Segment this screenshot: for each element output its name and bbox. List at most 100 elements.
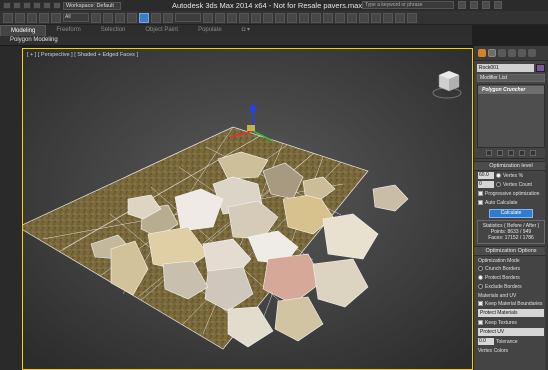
rendered-frame-icon[interactable] [395, 12, 405, 23]
hierarchy-tab-icon[interactable] [498, 49, 506, 57]
schematic-view-icon[interactable] [359, 12, 369, 23]
pivot-center-icon[interactable] [203, 12, 213, 23]
viewport-label[interactable]: [ + ] [ Perspective ] [ Shaded + Edged F… [27, 52, 138, 58]
select-manipulate-icon[interactable] [215, 12, 225, 23]
save-file-icon[interactable] [33, 2, 41, 9]
crunch-borders-row: Crunch Borders [474, 264, 548, 273]
material-editor-icon[interactable] [371, 12, 381, 23]
exclude-borders-radio[interactable] [478, 284, 483, 289]
create-tab-icon[interactable] [478, 49, 486, 57]
rollout-optimization-options[interactable]: Optimization Options [474, 246, 548, 256]
select-scale-icon[interactable] [163, 12, 173, 23]
quick-access-toolbar: Workspace: Default [0, 1, 150, 10]
spinner-snap-icon[interactable] [275, 12, 285, 23]
configure-sets-icon[interactable] [530, 150, 536, 156]
help-icon[interactable] [458, 1, 466, 9]
open-file-icon[interactable] [23, 2, 31, 9]
keep-textures-checkbox[interactable] [478, 320, 483, 325]
calculate-button[interactable]: Calculate [489, 209, 533, 218]
modifier-stack[interactable]: Polygon Cruncher [477, 84, 545, 148]
vertex-colors-label: Vertex Colors [478, 348, 509, 354]
left-dock [0, 46, 22, 370]
display-tab-icon[interactable] [518, 49, 526, 57]
progressive-label: Progressive optimization [485, 190, 540, 197]
object-name-field[interactable]: Rock001 [477, 64, 534, 72]
select-move-icon[interactable] [139, 12, 149, 23]
link-icon[interactable] [27, 12, 37, 23]
percent-snap-icon[interactable] [263, 12, 273, 23]
stats-faces: Faces: 17152 / 1786 [488, 235, 534, 241]
workspace-select[interactable]: Workspace: Default [63, 1, 121, 10]
selection-filter-select[interactable]: All [63, 13, 89, 22]
tab-object-paint[interactable]: Object Paint [135, 25, 188, 36]
snaps-toggle-icon[interactable] [239, 12, 249, 23]
tab-modeling[interactable]: Modeling [0, 24, 47, 37]
keyboard-shortcut-icon[interactable] [227, 12, 237, 23]
minimize-button[interactable] [470, 1, 478, 9]
bind-space-warp-icon[interactable] [51, 12, 61, 23]
object-color-swatch[interactable] [536, 64, 545, 72]
tolerance-spinner[interactable]: 0.0 [478, 338, 494, 345]
auto-calc-checkbox[interactable] [478, 200, 483, 205]
tab-freeform[interactable]: Freeform [46, 25, 90, 36]
protect-borders-radio[interactable] [478, 275, 483, 280]
protect-uv-dropdown[interactable]: Protect UV [478, 328, 544, 336]
vertex-pct-radio[interactable] [496, 173, 501, 178]
layer-manager-icon[interactable] [323, 12, 333, 23]
select-by-name-icon[interactable] [103, 12, 113, 23]
vertex-count-row: 0 Vertex Count [474, 180, 548, 189]
remove-modifier-icon[interactable] [519, 150, 525, 156]
vertex-count-radio[interactable] [496, 182, 501, 187]
utilities-tab-icon[interactable] [528, 49, 536, 57]
modifier-list-dropdown[interactable]: Modifier List [477, 74, 545, 82]
vertex-count-label: Vertex Count [503, 181, 532, 188]
exclude-borders-label: Exclude Borders [485, 283, 522, 290]
materials-uv-label: Materials and UV [478, 293, 517, 299]
vertex-pct-spinner[interactable]: 60.0 [478, 172, 494, 179]
rollout-optimization-level[interactable]: Optimization level [474, 161, 548, 171]
render-setup-icon[interactable] [383, 12, 393, 23]
graphite-toggle-icon[interactable] [335, 12, 345, 23]
crunch-borders-radio[interactable] [478, 266, 483, 271]
rectangular-selection-icon[interactable] [115, 12, 125, 23]
unlink-icon[interactable] [39, 12, 49, 23]
title-bar: Workspace: Default Autodesk 3ds Max 2014… [0, 0, 548, 11]
redo-tool-icon[interactable] [15, 12, 25, 23]
vertex-pct-label: Vertex % [503, 172, 524, 179]
tab-selection[interactable]: Selection [91, 25, 136, 36]
search-input[interactable]: Type a keyword or phrase [362, 1, 454, 9]
keep-boundaries-checkbox[interactable] [478, 301, 483, 306]
window-crossing-icon[interactable] [127, 12, 137, 23]
render-production-icon[interactable] [407, 12, 417, 23]
vertex-count-spinner[interactable]: 0 [478, 181, 494, 188]
make-unique-icon[interactable] [508, 150, 514, 156]
reference-coordinate-select[interactable] [175, 13, 201, 22]
keep-boundaries-row: Keep Material Boundaries [474, 299, 548, 308]
motion-tab-icon[interactable] [508, 49, 516, 57]
pin-stack-icon[interactable] [486, 150, 492, 156]
named-selection-icon[interactable] [287, 12, 297, 23]
show-end-result-icon[interactable] [497, 150, 503, 156]
maximize-button[interactable] [482, 1, 490, 9]
auto-calc-row: Auto Calculate [474, 198, 548, 207]
mirror-icon[interactable] [299, 12, 309, 23]
new-file-icon[interactable] [13, 2, 21, 9]
protect-materials-dropdown[interactable]: Protect Materials [478, 309, 544, 317]
redo-icon[interactable] [53, 2, 61, 9]
select-rotate-icon[interactable] [151, 12, 161, 23]
app-menu-icon[interactable] [3, 2, 11, 9]
select-object-icon[interactable] [91, 12, 101, 23]
polygon-modeling-panel-label[interactable]: Polygon Modeling [10, 37, 58, 43]
align-icon[interactable] [311, 12, 321, 23]
stack-item-polygon-cruncher[interactable]: Polygon Cruncher [478, 86, 544, 94]
modify-tab-icon[interactable] [488, 49, 496, 57]
ribbon-options-icon[interactable]: ◘ ▾ [232, 25, 260, 36]
close-button[interactable] [494, 1, 502, 9]
undo-icon[interactable] [43, 2, 51, 9]
curve-editor-icon[interactable] [347, 12, 357, 23]
perspective-viewport[interactable]: [ + ] [ Perspective ] [ Shaded + Edged F… [22, 48, 473, 370]
progressive-checkbox[interactable] [478, 191, 483, 196]
angle-snap-icon[interactable] [251, 12, 261, 23]
tab-populate[interactable]: Populate [188, 25, 232, 36]
undo-tool-icon[interactable] [3, 12, 13, 23]
